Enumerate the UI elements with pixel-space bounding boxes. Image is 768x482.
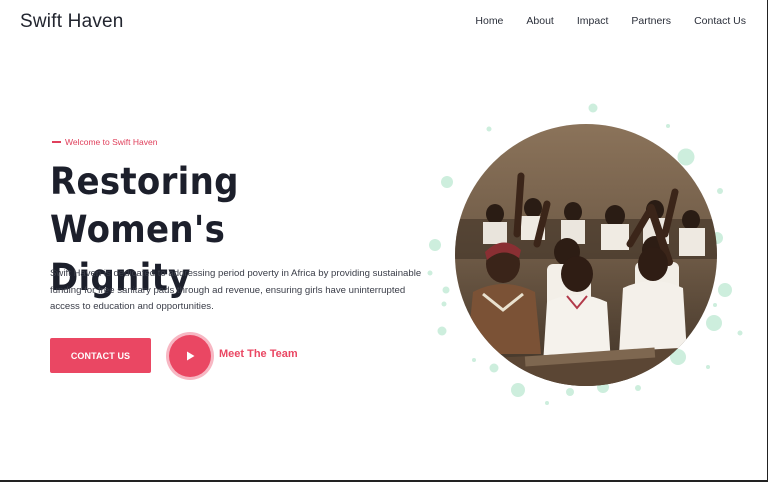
classroom-image: [455, 124, 717, 386]
play-icon: [187, 351, 195, 361]
kicker-dash: [52, 141, 61, 143]
nav-about[interactable]: About: [526, 15, 553, 27]
nav-partners[interactable]: Partners: [631, 15, 671, 27]
contact-us-button[interactable]: CONTACT US: [50, 338, 151, 373]
hero-description: Swift Haven is dedicated to addressing p…: [50, 268, 422, 312]
brand-logo[interactable]: Swift Haven: [20, 11, 124, 33]
hero-title-line1: Restoring Women's: [50, 160, 239, 251]
kicker-text: Welcome to Swift Haven: [65, 137, 158, 147]
nav-contact-us[interactable]: Contact Us: [694, 15, 746, 27]
hero-kicker: Welcome to Swift Haven: [52, 137, 157, 147]
play-button[interactable]: [169, 335, 211, 377]
main-nav: Home About Impact Partners Contact Us: [475, 15, 746, 27]
classroom-photo: [455, 124, 717, 386]
nav-home[interactable]: Home: [475, 15, 503, 27]
meet-the-team-link[interactable]: Meet The Team: [219, 348, 298, 360]
contact-us-label: CONTACT US: [70, 350, 131, 361]
nav-impact[interactable]: Impact: [577, 15, 609, 27]
